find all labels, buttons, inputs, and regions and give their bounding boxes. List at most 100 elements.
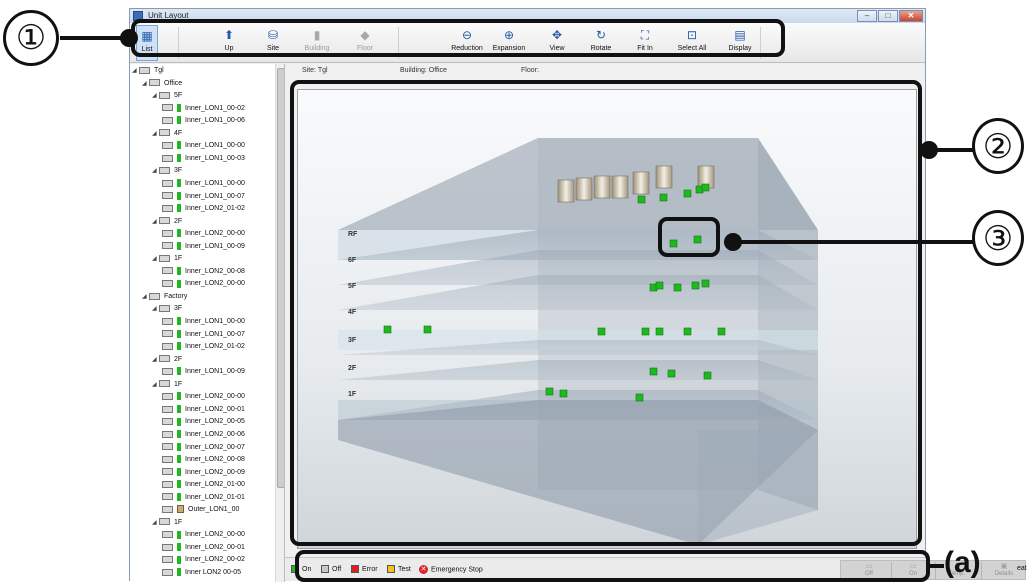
expand-arrow-icon[interactable]: ◢ [152, 355, 159, 365]
tree-node[interactable]: ◢ 5F [152, 91, 182, 101]
unit-icon [162, 116, 173, 124]
maximize-button[interactable]: □ [878, 10, 898, 22]
unit-icon [162, 480, 173, 488]
tree-item-label: Inner LON2 00-05 [185, 569, 242, 576]
expand-arrow-icon[interactable]: ◢ [152, 91, 159, 101]
tree-unit-item[interactable]: Inner_LON1_00-07 [162, 191, 245, 202]
expand-arrow-icon[interactable]: ◢ [152, 166, 159, 176]
unit-icon [162, 443, 173, 451]
status-on-icon [177, 405, 181, 413]
tree-unit-item[interactable]: Inner_LON2_00-00 [162, 530, 245, 540]
tree-unit-item[interactable]: Inner_LON1_00-00 [162, 179, 245, 189]
tree-unit-item[interactable]: Inner_LON2_00-09 [162, 467, 245, 478]
group-icon [159, 91, 170, 99]
tree-node[interactable]: ◢ 3F [152, 304, 182, 314]
status-on-icon [177, 141, 181, 150]
expand-arrow-icon[interactable]: ◢ [152, 129, 159, 139]
minimize-button[interactable]: – [857, 10, 877, 22]
unit-icon [162, 455, 173, 463]
tree-unit-item[interactable]: Inner_LON2_00-00 [162, 392, 245, 402]
status-on-icon [177, 154, 181, 162]
tree-unit-item[interactable]: Inner_LON2_00-01 [162, 405, 245, 415]
tree-unit-item[interactable]: Inner_LON2_00-08 [162, 455, 245, 465]
tree-item-label: Inner_LON1_00-07 [185, 192, 245, 200]
callout-a-frame [295, 550, 930, 582]
tree-unit-item[interactable]: Inner LON2 00-05 [162, 568, 241, 578]
callout-2-marker: ② [972, 118, 1024, 174]
tree-item-label: Inner_LON2_00-01 [185, 405, 245, 413]
tree-node[interactable]: ◢ 2F [152, 355, 182, 365]
tree-unit-item[interactable]: Inner_LON1_00-03 [162, 154, 245, 164]
expand-arrow-icon[interactable]: ◢ [152, 254, 159, 264]
tree-unit-item[interactable]: Inner_LON1_00-00 [162, 317, 245, 327]
callout-3-frame [658, 217, 720, 257]
tree-item-label: Inner_LON2_00-07 [185, 443, 245, 451]
tree-node[interactable]: ◢ Office [142, 79, 182, 89]
expand-arrow-icon[interactable]: ◢ [142, 79, 149, 89]
tree-item-label: Inner_LON1_00-02 [185, 104, 245, 112]
expand-arrow-icon[interactable]: ◢ [142, 292, 149, 302]
tree-item-label: Inner_LON1_00-00 [185, 318, 245, 325]
tree-unit-item[interactable]: Inner_LON2_00-01 [162, 543, 245, 553]
tree-node[interactable]: ◢ 2F [152, 217, 182, 227]
status-on-icon [177, 417, 181, 426]
tree-node[interactable]: ◢ 1F [152, 518, 182, 528]
expand-arrow-icon[interactable]: ◢ [152, 304, 159, 314]
tree-unit-item[interactable]: Inner_LON2_01-02 [162, 342, 245, 352]
status-on-icon [177, 430, 181, 439]
tree-unit-item[interactable]: Inner_LON2_00-07 [162, 442, 245, 453]
expand-arrow-icon[interactable]: ◢ [152, 380, 159, 390]
expand-arrow-icon[interactable]: ◢ [152, 518, 159, 528]
tree-unit-item[interactable]: Outer_LON1_00 [162, 505, 239, 515]
tree-item-label: Inner_LON2_00-00 [185, 393, 245, 401]
tree-item-label: Inner_LON2_00-00 [185, 531, 245, 539]
tree-unit-item[interactable]: Inner_LON1_00-02 [162, 103, 245, 114]
tree-unit-item[interactable]: Inner_LON1_00-06 [162, 116, 245, 126]
tree-unit-item[interactable]: Inner_LON2_01-00 [162, 480, 245, 490]
unit-icon [162, 192, 173, 200]
unit-icon [162, 229, 173, 237]
tree-node[interactable]: ◢ Tgl [132, 66, 164, 76]
group-icon [139, 66, 150, 74]
tree-unit-item[interactable]: Inner_LON1_00-09 [162, 367, 245, 377]
tree-scroll-thumb[interactable] [277, 68, 284, 488]
tree-unit-item[interactable]: Inner_LON2_01-02 [162, 204, 245, 214]
tree-unit-item[interactable]: Inner_LON1_00-00 [162, 141, 245, 151]
group-icon [159, 305, 170, 313]
status-on-icon [177, 543, 181, 552]
tree-unit-item[interactable]: Inner_LON2_00-00 [162, 229, 245, 239]
status-on-icon [177, 492, 181, 501]
tree-unit-item[interactable]: Inner_LON2_00-06 [162, 430, 245, 440]
tree-item-label: Inner_LON1_00-09 [185, 242, 245, 250]
tree-unit-item[interactable]: Inner_LON2_00-08 [162, 266, 245, 277]
tree-unit-item[interactable]: Inner_LON2_00-05 [162, 417, 245, 427]
tree-unit-item[interactable]: Inner_LON2_00-02 [162, 555, 245, 565]
group-icon [159, 355, 170, 363]
tree-node[interactable]: ◢ 1F [152, 380, 182, 390]
status-on-icon [177, 266, 181, 275]
tree-item-label: 1F [174, 255, 183, 263]
unit-icon [162, 154, 173, 162]
details-command-button[interactable]: ▣ Details [987, 562, 1021, 580]
callout-a-leader [930, 564, 944, 568]
tree-node[interactable]: ◢ 3F [152, 166, 182, 176]
breadcrumb-floor: Floor: [521, 67, 539, 74]
callout-2-frame [290, 80, 922, 546]
tree-unit-item[interactable]: Inner_LON1_00-07 [162, 329, 245, 340]
tree-scrollbar[interactable] [275, 64, 284, 582]
expand-arrow-icon[interactable]: ◢ [152, 217, 159, 227]
tree-unit-item[interactable]: Inner_LON2_01-01 [162, 492, 245, 503]
tree-item-label: 2F [174, 355, 183, 363]
unit-icon [162, 430, 173, 438]
tree-unit-item[interactable]: Inner_LON1_00-09 [162, 241, 245, 252]
details-command-label: Details [994, 571, 1014, 577]
expand-arrow-icon[interactable]: ◢ [132, 66, 139, 76]
status-on-icon [177, 279, 181, 288]
tree-node[interactable]: ◢ Factory [142, 292, 187, 302]
group-icon [159, 129, 170, 137]
tree-node[interactable]: ◢ 4F [152, 129, 182, 139]
tree-node[interactable]: ◢ 1F [152, 254, 182, 264]
tree-unit-item[interactable]: Inner_LON2_00-00 [162, 279, 245, 289]
status-on-icon [177, 342, 181, 351]
close-button[interactable]: ✕ [899, 10, 923, 22]
